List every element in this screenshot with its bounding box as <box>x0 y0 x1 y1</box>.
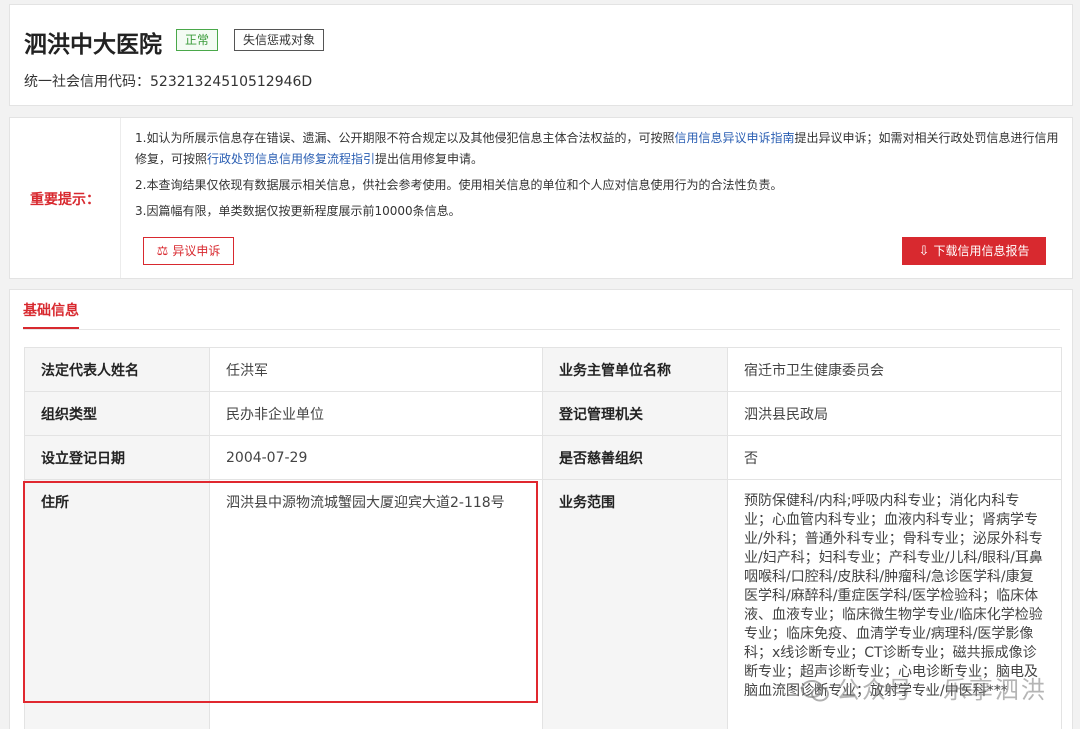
field-label: 业务主管单位名称 <box>542 347 728 392</box>
notice-item-1: 1.如认为所展示信息存在错误、遗漏、公开期限不符合规定以及其他侵犯信息主体合法权… <box>135 128 1060 170</box>
field-value: 宿迁市卫生健康委员会 <box>727 347 1062 392</box>
appeal-guide-link[interactable]: 信用信息异议申诉指南 <box>674 131 794 145</box>
field-label: 法定代表人姓名 <box>24 347 210 392</box>
status-badge-normal: 正常 <box>176 29 219 51</box>
field-label: 业务范围 <box>542 479 728 729</box>
notice-text: 提出信用修复申请。 <box>375 152 484 166</box>
address-value: 泗洪县中源物流城蟹园大厦迎宾大道2-118号 <box>209 479 543 729</box>
field-value: 否 <box>727 435 1062 480</box>
notice-item-3: 3.因篇幅有限，单类数据仅按更新程度展示前10000条信息。 <box>135 204 461 218</box>
notice-title: 重要提示： <box>30 192 100 208</box>
org-name: 泗洪中大医院 <box>24 32 162 58</box>
field-label: 是否慈善组织 <box>542 435 728 480</box>
watermark-text: 公众号 · 乐享泗洪 <box>836 676 1047 704</box>
notice-side-panel: 重要提示： <box>10 118 121 278</box>
table-row: 设立登记日期 2004-07-29 是否慈善组织 否 <box>24 435 1062 480</box>
appeal-icon: ⚖ <box>156 244 169 259</box>
notice-body: 1.如认为所展示信息存在错误、遗漏、公开期限不符合规定以及其他侵犯信息主体合法权… <box>135 128 1060 227</box>
basic-info-card: 基础信息 法定代表人姓名 任洪军 业务主管单位名称 宿迁市卫生健康委员会 组织类… <box>9 289 1073 729</box>
credit-code-label: 统一社会信用代码： <box>24 74 150 90</box>
field-value: 泗洪县民政局 <box>727 391 1062 436</box>
field-value: 2004-07-29 <box>209 435 543 480</box>
appeal-button-label: 异议申诉 <box>172 244 221 258</box>
download-report-button[interactable]: ⇩ 下载信用信息报告 <box>902 237 1046 265</box>
status-badge-discredit[interactable]: 失信惩戒对象 <box>234 29 325 51</box>
download-button-label: 下载信用信息报告 <box>933 244 1030 258</box>
section-divider <box>23 329 1060 330</box>
notice-text: 1.如认为所展示信息存在错误、遗漏、公开期限不符合规定以及其他侵犯信息主体合法权… <box>135 131 675 145</box>
cloud-download-icon: ⇩ <box>918 244 930 259</box>
table-row: 组织类型 民办非企业单位 登记管理机关 泗洪县民政局 <box>24 391 1062 436</box>
important-notice-card: 重要提示： 1.如认为所展示信息存在错误、遗漏、公开期限不符合规定以及其他侵犯信… <box>9 117 1073 279</box>
credit-code-value: 52321324510512946D <box>150 74 313 90</box>
notice-item-2: 2.本查询结果仅依现有数据展示相关信息，供社会参考使用。使用相关信息的单位和个人… <box>135 178 783 192</box>
watermark: 公众号 · 乐享泗洪 <box>800 670 1047 705</box>
org-header-card: 泗洪中大医院 正常 失信惩戒对象 统一社会信用代码：52321324510512… <box>9 4 1073 106</box>
appeal-button[interactable]: ⚖ 异议申诉 <box>143 237 234 265</box>
field-label: 设立登记日期 <box>24 435 210 480</box>
credit-repair-guide-link[interactable]: 行政处罚信息信用修复流程指引 <box>207 152 375 166</box>
wechat-icon <box>801 680 829 702</box>
field-value: 民办非企业单位 <box>209 391 543 436</box>
field-label: 登记管理机关 <box>542 391 728 436</box>
table-row: 法定代表人姓名 任洪军 业务主管单位名称 宿迁市卫生健康委员会 <box>24 347 1062 392</box>
field-label: 组织类型 <box>24 391 210 436</box>
tab-basic-info[interactable]: 基础信息 <box>23 300 79 329</box>
field-value: 任洪军 <box>209 347 543 392</box>
field-label: 住所 <box>24 479 210 729</box>
credit-code-line: 统一社会信用代码：52321324510512946D <box>24 71 312 91</box>
